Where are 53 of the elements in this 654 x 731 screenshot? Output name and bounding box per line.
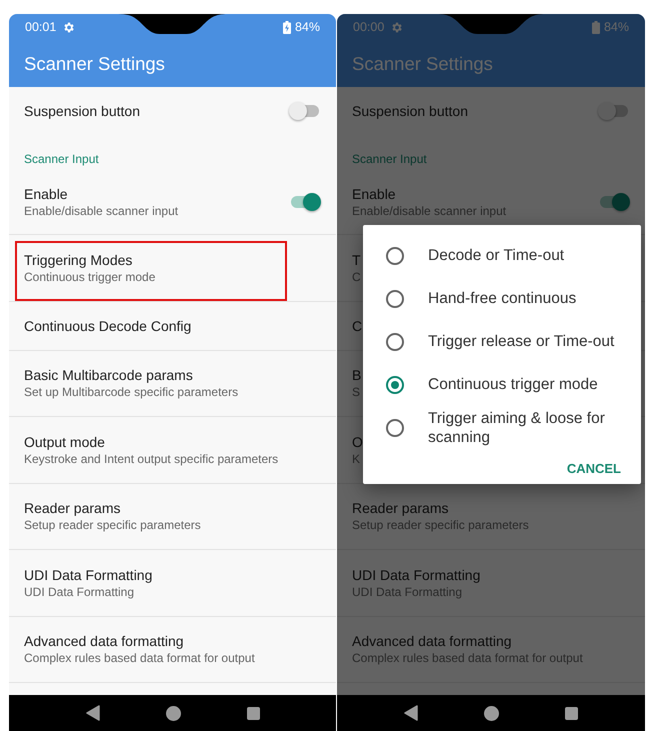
section-header: Scanner Input: [351, 151, 428, 168]
setting-title[interactable]: Advanced data formatting: [24, 633, 255, 650]
option-label[interactable]: Trigger aiming & loose for scanning: [428, 408, 628, 446]
setting-title[interactable]: UDI Data Formatting: [24, 566, 152, 583]
setting-title: Suspension button: [352, 103, 468, 119]
setting-title: Suspension button: [24, 103, 140, 119]
setting-subtitle: Continuous trigger mode: [24, 270, 156, 284]
setting-subtitle: Complex rules based data format for output: [352, 651, 583, 666]
section-header: Scanner Input: [23, 151, 100, 168]
status-time: 00:01: [25, 20, 56, 34]
settings-icon: [62, 20, 76, 34]
setting-title[interactable]: Triggering Modes: [24, 252, 156, 268]
setting-title: Enable: [24, 186, 69, 202]
radio-button[interactable]: [386, 332, 404, 350]
radio-button[interactable]: [386, 246, 404, 264]
battery-percentage: 84%: [294, 20, 320, 34]
back-icon[interactable]: [404, 705, 418, 721]
toggle-switch[interactable]: [289, 101, 321, 121]
recents-icon[interactable]: [565, 706, 578, 720]
setting-subtitle: Setup reader specific parameters: [24, 518, 201, 532]
recents-icon[interactable]: [246, 706, 260, 720]
option-label[interactable]: Trigger release or Time-out: [428, 332, 614, 351]
toggle-switch[interactable]: [289, 192, 321, 212]
back-icon[interactable]: [86, 705, 100, 721]
setting-subtitle: Setup reader specific parameters: [352, 518, 529, 532]
setting-title[interactable]: Basic Multibarcode params: [24, 367, 238, 384]
battery-percentage: 84%: [604, 20, 629, 34]
toggle-switch[interactable]: [598, 192, 630, 212]
app-title: Scanner Settings: [24, 52, 165, 74]
toggle-switch[interactable]: [598, 101, 630, 121]
setting-subtitle: Keystroke and Intent output specific parameters: [24, 452, 278, 466]
setting-subtitle: Enable/disable scanner input: [24, 204, 178, 218]
cancel-button[interactable]: CANCEL: [560, 457, 627, 480]
home-icon[interactable]: [484, 706, 499, 720]
setting-title: Enable: [352, 186, 397, 202]
radio-button[interactable]: [386, 418, 404, 436]
option-label[interactable]: Continuous trigger mode: [428, 375, 598, 394]
setting-subtitle: UDI Data Formatting: [24, 584, 136, 599]
setting-title[interactable]: Output mode: [24, 434, 278, 450]
setting-title[interactable]: Continuous Decode Config: [24, 318, 192, 334]
radio-button[interactable]: [386, 290, 404, 308]
option-label[interactable]: Hand-free continuous: [428, 289, 576, 308]
app-title: Scanner Settings: [352, 52, 493, 74]
setting-subtitle: UDI Data Formatting: [352, 584, 464, 599]
radio-button[interactable]: [386, 376, 404, 394]
setting-title[interactable]: Reader params: [24, 500, 201, 516]
setting-subtitle: Enable/disable scanner input: [352, 204, 506, 218]
setting-subtitle: Complex rules based data format for output: [24, 651, 255, 666]
option-label[interactable]: Decode or Time-out: [428, 246, 564, 265]
status-time: 00:00: [353, 20, 384, 34]
home-icon[interactable]: [166, 706, 180, 720]
settings-icon: [390, 20, 404, 34]
setting-subtitle: Set up Multibarcode specific parameters: [24, 385, 238, 400]
